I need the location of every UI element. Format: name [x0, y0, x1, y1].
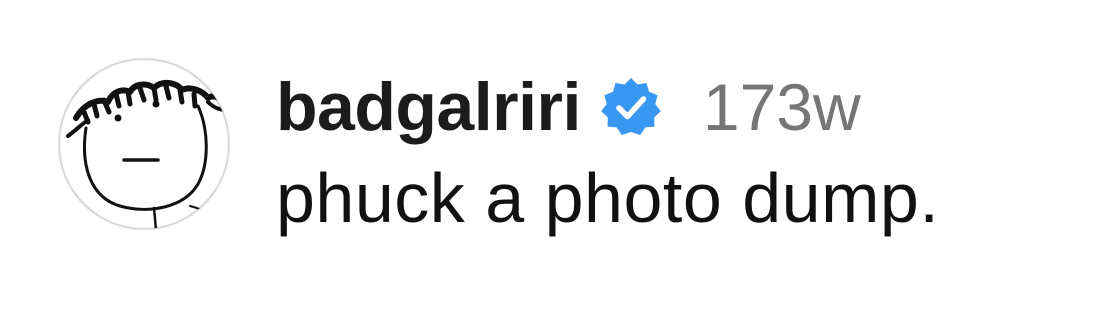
username-row: badgalriri 173w: [276, 62, 861, 152]
username-link[interactable]: badgalriri: [276, 73, 581, 141]
verified-badge-icon: [599, 75, 663, 139]
timestamp[interactable]: 173w: [703, 74, 861, 140]
comment-text: phuck a photo dump.: [276, 159, 940, 237]
comment: badgalriri 173w phuck a photo dump.: [0, 0, 1100, 320]
avatar-drawing: [58, 58, 230, 230]
avatar[interactable]: [58, 58, 230, 230]
